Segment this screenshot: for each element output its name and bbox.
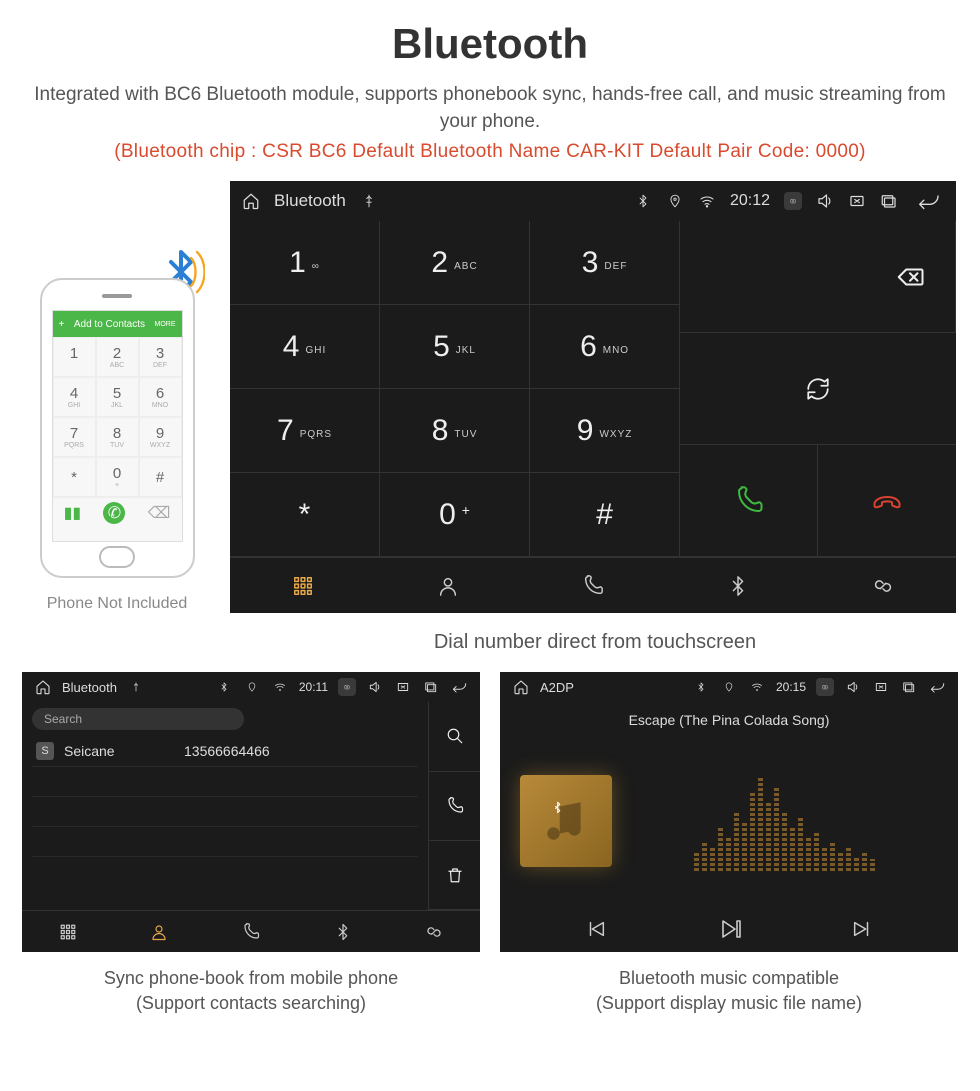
wifi-icon	[271, 678, 289, 696]
dial-keypad: 1∞ 2ABC 3DEF 4GHI 5JKL 6MNO 7PQRS 8TUV 9…	[230, 221, 680, 557]
contact-number: 13566664466	[184, 743, 270, 759]
key-0[interactable]: 0+	[380, 473, 530, 557]
nav-contacts[interactable]	[375, 558, 520, 613]
location-icon	[243, 678, 261, 696]
key-7[interactable]: 7PQRS	[230, 389, 380, 473]
music-caption: Bluetooth music compatible (Support disp…	[500, 966, 958, 1016]
app-title: A2DP	[540, 680, 574, 695]
nav-bluetooth[interactable]	[297, 911, 389, 952]
wifi-icon	[748, 678, 766, 696]
volume-icon[interactable]	[816, 192, 834, 210]
key-5[interactable]: 5JKL	[380, 305, 530, 389]
clock: 20:11	[299, 680, 328, 694]
next-track-button[interactable]	[851, 918, 873, 945]
screenshot-button[interactable]	[784, 192, 802, 210]
screenshot-button[interactable]	[338, 678, 356, 696]
nav-bluetooth[interactable]	[666, 558, 811, 613]
volume-icon[interactable]	[844, 678, 862, 696]
phone-not-included-label: Phone Not Included	[22, 595, 212, 613]
key-3[interactable]: 3DEF	[530, 221, 680, 305]
bottom-nav	[230, 557, 956, 613]
contact-name: Seicane	[64, 743, 174, 759]
key-9[interactable]: 9WXYZ	[530, 389, 680, 473]
bluetooth-status-icon	[634, 192, 652, 210]
nav-calllog[interactable]	[520, 558, 665, 613]
screenshot-button[interactable]	[816, 678, 834, 696]
phone-illustration: + Add to Contacts MORE 1 2ABC 3DEF 4GHI …	[22, 278, 212, 613]
phone-bar-text: Add to Contacts	[74, 319, 145, 330]
clock: 20:15	[776, 680, 806, 694]
nav-calllog[interactable]	[205, 911, 297, 952]
album-art	[520, 775, 612, 867]
key-4[interactable]: 4GHI	[230, 305, 380, 389]
key-star[interactable]: *	[230, 473, 380, 557]
app-title: Bluetooth	[62, 680, 117, 695]
key-2[interactable]: 2ABC	[380, 221, 530, 305]
page-subtitle: Integrated with BC6 Bluetooth module, su…	[22, 82, 958, 135]
key-8[interactable]: 8TUV	[380, 389, 530, 473]
side-call-icon[interactable]	[429, 772, 480, 841]
nav-pair[interactable]	[388, 911, 480, 952]
recent-apps-icon[interactable]	[880, 192, 898, 210]
home-icon[interactable]	[512, 678, 530, 696]
volume-icon[interactable]	[366, 678, 384, 696]
recent-apps-icon[interactable]	[422, 678, 440, 696]
hangup-button[interactable]	[818, 445, 956, 557]
app-title: Bluetooth	[274, 191, 346, 211]
phonebook-caption: Sync phone-book from mobile phone (Suppo…	[22, 966, 480, 1016]
contact-initial: S	[36, 742, 54, 760]
phone-add-icon: +	[59, 319, 65, 330]
side-delete-icon[interactable]	[429, 841, 480, 910]
nav-dialpad[interactable]	[230, 558, 375, 613]
home-icon[interactable]	[34, 678, 52, 696]
key-1[interactable]: 1∞	[230, 221, 380, 305]
dialer-caption: Dial number direct from touchscreen	[232, 631, 958, 654]
equalizer-visual	[630, 771, 938, 871]
bluetooth-status-icon	[215, 678, 233, 696]
nav-pair[interactable]	[811, 558, 956, 613]
key-6[interactable]: 6MNO	[530, 305, 680, 389]
search-input[interactable]: Search	[32, 708, 244, 730]
location-icon	[666, 192, 684, 210]
recent-apps-icon[interactable]	[900, 678, 918, 696]
nav-contacts[interactable]	[114, 911, 206, 952]
backspace-button[interactable]	[680, 221, 956, 333]
sync-button[interactable]	[680, 333, 956, 445]
close-icon[interactable]	[394, 678, 412, 696]
phone-more: MORE	[155, 321, 176, 328]
wifi-icon	[698, 192, 716, 210]
contact-row[interactable]: S Seicane 13566664466	[32, 736, 418, 767]
page-title: Bluetooth	[22, 20, 958, 68]
close-icon[interactable]	[848, 192, 866, 210]
close-icon[interactable]	[872, 678, 890, 696]
track-title: Escape (The Pina Colada Song)	[500, 702, 958, 732]
location-icon	[720, 678, 738, 696]
play-pause-button[interactable]	[717, 917, 741, 946]
usb-icon	[360, 192, 378, 210]
phonebook-screenshot: Bluetooth 20:11 Search S Seicane 1356666…	[22, 672, 480, 952]
music-screenshot: A2DP 20:15 Escape (The Pina Colada Song)	[500, 672, 958, 952]
status-bar: Bluetooth 20:12	[230, 181, 956, 221]
bluetooth-specs: (Bluetooth chip : CSR BC6 Default Blueto…	[22, 141, 958, 163]
prev-track-button[interactable]	[585, 918, 607, 945]
back-button[interactable]	[912, 192, 944, 210]
bluetooth-status-icon	[692, 678, 710, 696]
key-hash[interactable]: #	[530, 473, 680, 557]
clock: 20:12	[730, 192, 770, 210]
back-button[interactable]	[928, 678, 946, 696]
back-button[interactable]	[450, 678, 468, 696]
usb-icon	[127, 678, 145, 696]
dialer-screenshot: Bluetooth 20:12 1∞ 2ABC 3DEF 4GHI 5JKL 6…	[230, 181, 956, 613]
nav-dialpad[interactable]	[22, 911, 114, 952]
home-icon[interactable]	[242, 192, 260, 210]
call-button[interactable]	[680, 445, 818, 557]
side-search-icon[interactable]	[429, 702, 480, 771]
